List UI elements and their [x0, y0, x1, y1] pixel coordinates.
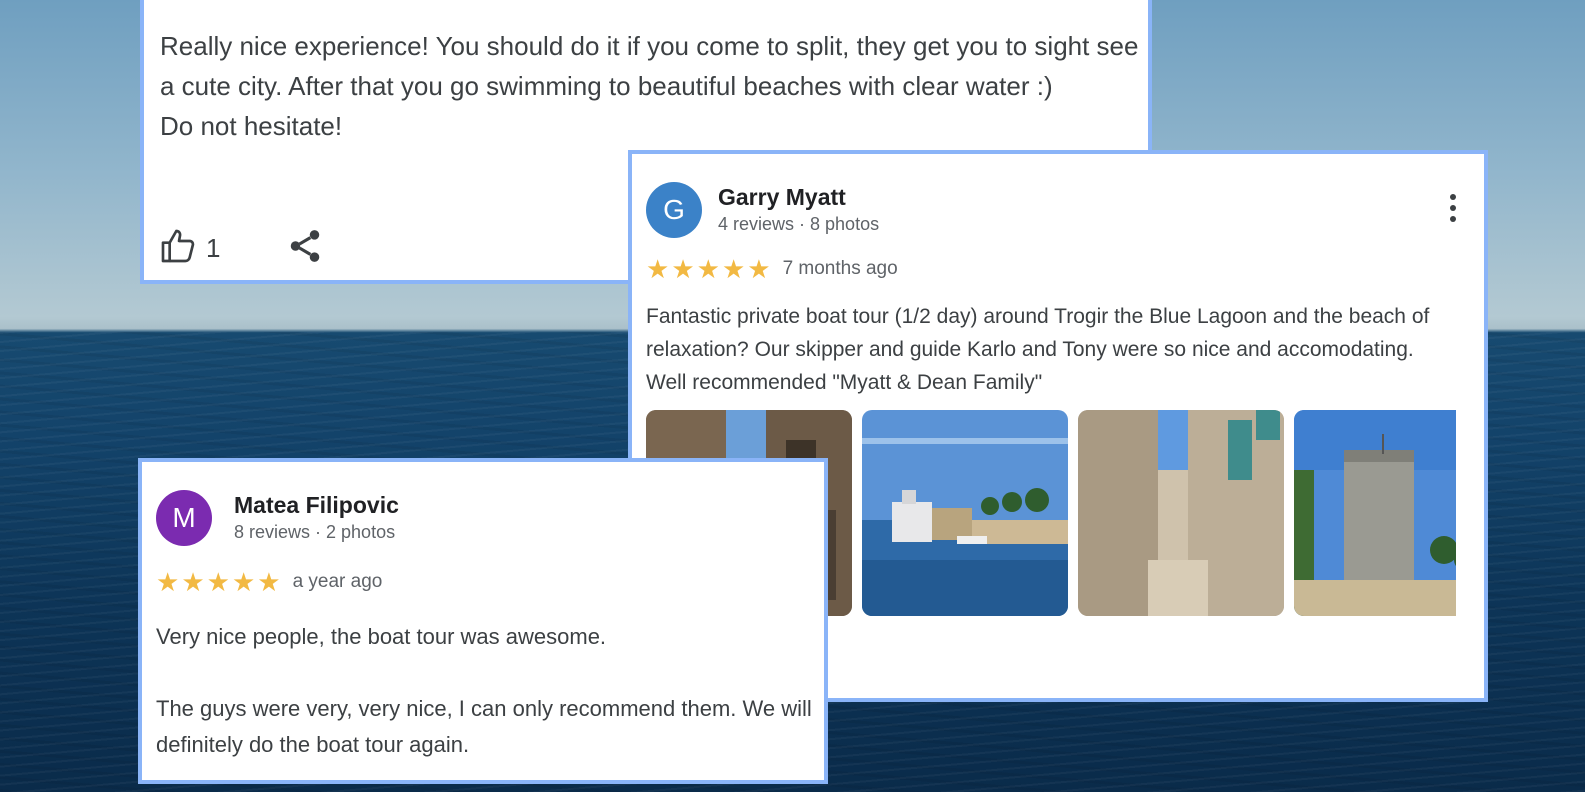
- review-text: Fantastic private boat tour (1/2 day) ar…: [646, 305, 1430, 394]
- star-rating: ★ ★ ★ ★ ★: [156, 569, 281, 595]
- rating-row: ★ ★ ★ ★ ★ 7 months ago: [646, 256, 898, 282]
- like-count: 1: [206, 233, 221, 263]
- star-icon: ★: [646, 254, 670, 284]
- stone-street-photo[interactable]: [1078, 410, 1284, 616]
- review-text: Very nice people, the boat tour was awes…: [156, 624, 812, 757]
- reviewer-name[interactable]: Garry Myatt: [718, 184, 846, 211]
- star-rating: ★ ★ ★ ★ ★: [646, 256, 771, 282]
- thumbs-up-icon: [158, 226, 198, 271]
- rating-row: ★ ★ ★ ★ ★ a year ago: [156, 569, 382, 595]
- like-button[interactable]: 1: [158, 226, 220, 271]
- reviewer-name[interactable]: Matea Filipovic: [234, 492, 399, 519]
- avatar[interactable]: M: [156, 490, 212, 546]
- review-card-matea-filipovic: M Matea Filipovic 8 reviews · 2 photos ★…: [138, 458, 828, 784]
- harbor-photo[interactable]: [862, 410, 1068, 616]
- review-actions: 1: [158, 226, 324, 271]
- review-text: Really nice experience! You should do it…: [160, 31, 1139, 141]
- star-icon: ★: [671, 254, 695, 284]
- reviewer-meta: 4 reviews · 8 photos: [718, 214, 880, 234]
- share-button[interactable]: [286, 227, 324, 270]
- share-icon: [286, 230, 324, 269]
- more-vert-icon[interactable]: [1450, 194, 1456, 222]
- review-time: a year ago: [292, 571, 383, 592]
- star-icon: ★: [231, 567, 256, 597]
- star-icon: ★: [696, 254, 720, 284]
- star-icon: ★: [747, 254, 771, 284]
- star-icon: ★: [156, 567, 180, 597]
- star-icon: ★: [257, 567, 281, 597]
- star-icon: ★: [721, 254, 746, 284]
- tower-photo[interactable]: [1294, 410, 1456, 616]
- avatar[interactable]: G: [646, 182, 702, 238]
- review-time: 7 months ago: [782, 258, 898, 279]
- star-icon: ★: [206, 567, 230, 597]
- reviewer-meta: 8 reviews · 2 photos: [234, 522, 396, 542]
- star-icon: ★: [181, 567, 205, 597]
